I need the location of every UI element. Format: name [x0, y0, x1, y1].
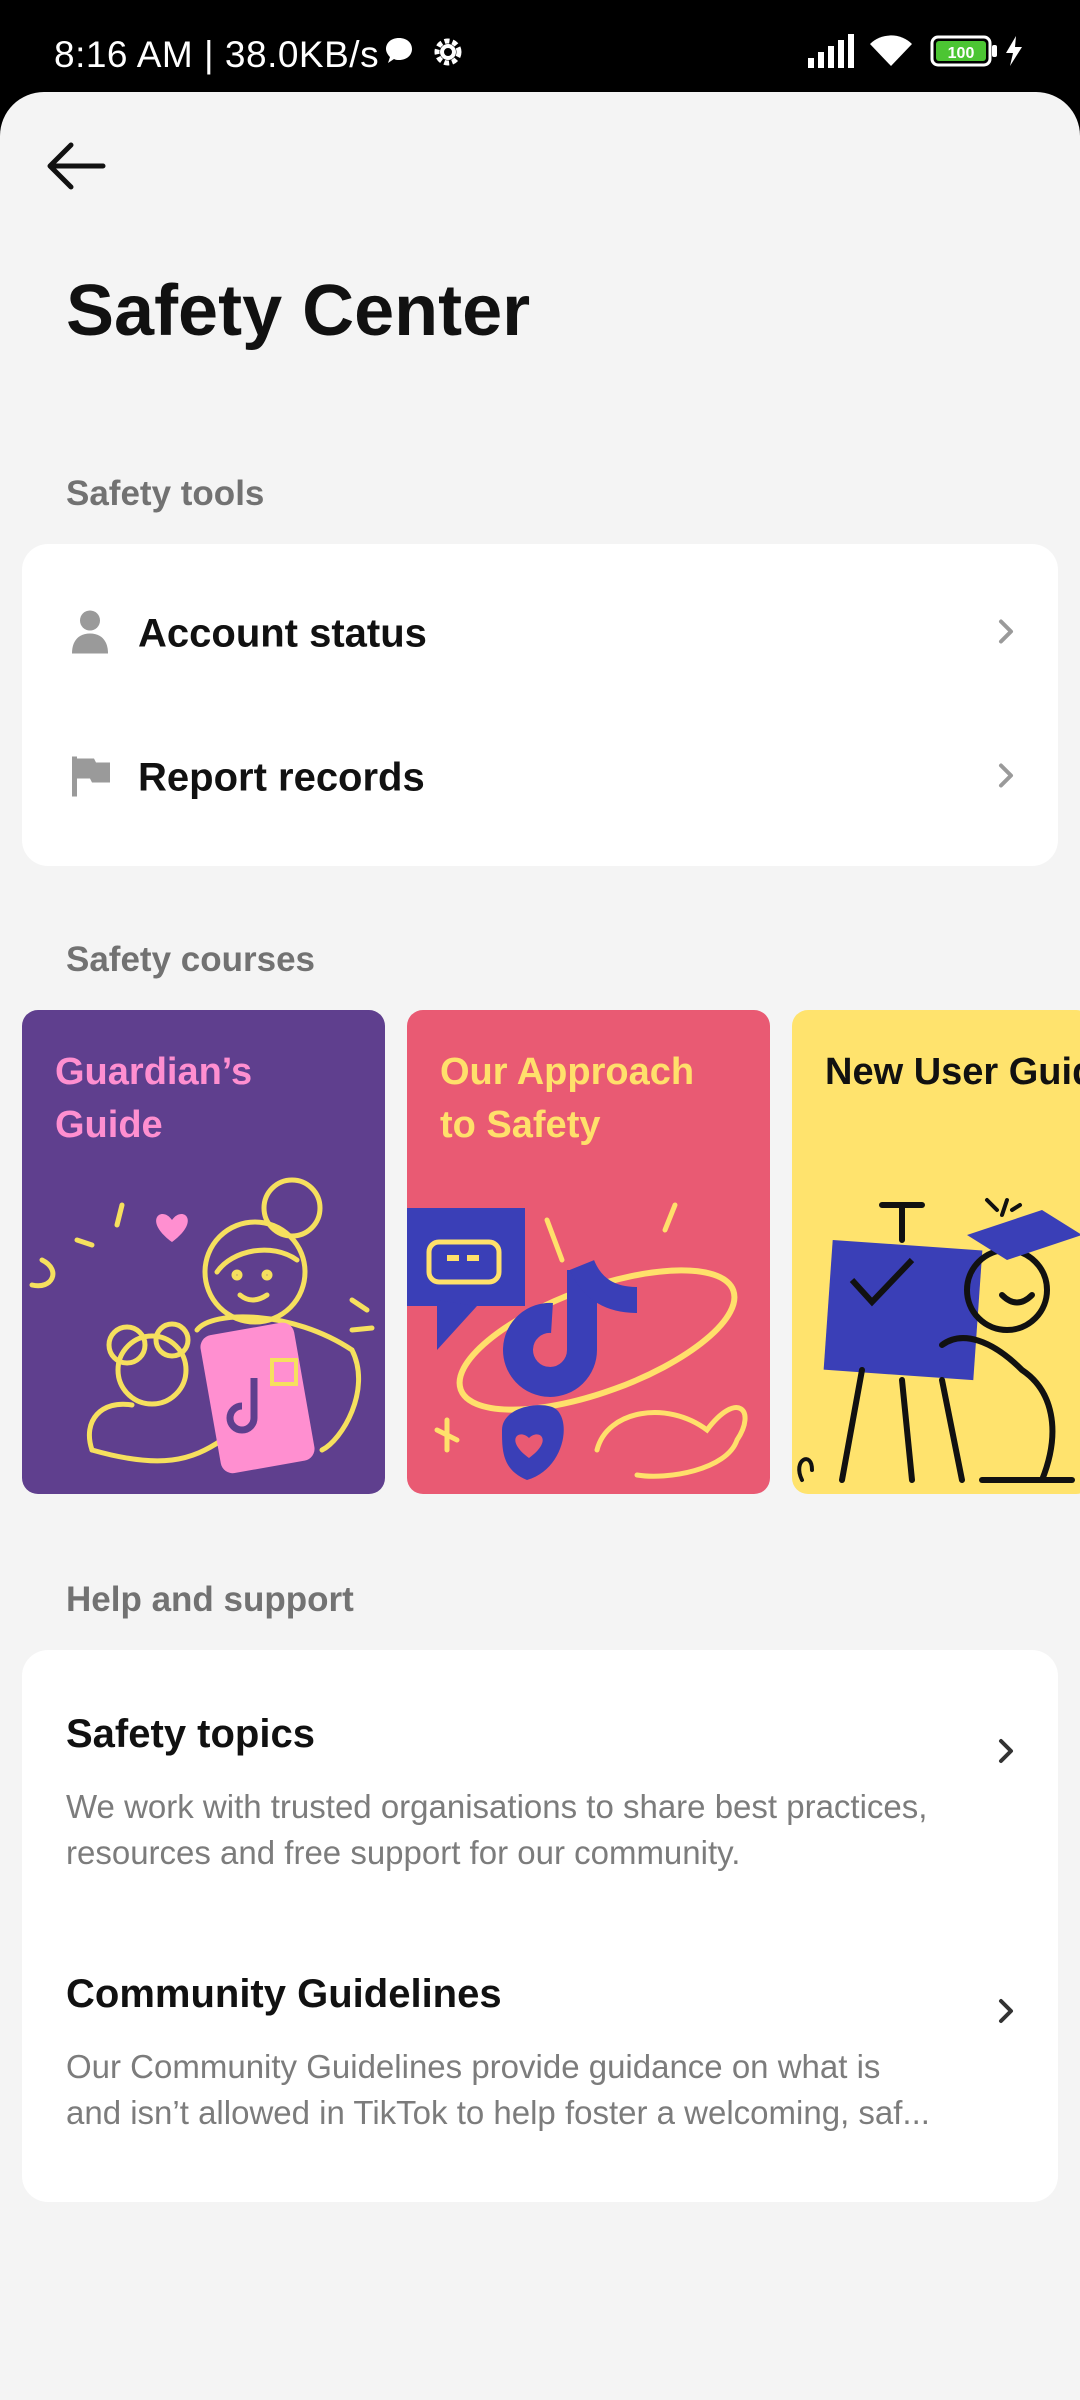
battery-icon: 100	[930, 34, 1000, 73]
course-title: Guardian’s Guide	[55, 1051, 253, 1146]
settings-gear-icon	[430, 34, 466, 75]
person-icon	[70, 610, 110, 659]
safety-tools-card: Account status Report records	[22, 544, 1058, 866]
account-status-row[interactable]: Account status	[22, 562, 1058, 706]
chevron-right-icon	[998, 1738, 1014, 1769]
course-title: Our Approach to Safety	[440, 1051, 695, 1146]
page-title: Safety Center	[66, 271, 531, 351]
back-button[interactable]	[36, 126, 116, 206]
help-support-card: Safety topics We work with trusted organ…	[22, 1650, 1058, 2202]
safety-tools-label: Safety tools	[66, 474, 265, 513]
help-item-description: and isn’t allowed in TikTok to help fost…	[66, 2094, 930, 2131]
help-item-title: Community Guidelines	[66, 1972, 502, 2016]
status-time: 8:16 AM | 38.0KB/s	[54, 34, 380, 75]
course-card-our-approach[interactable]: Our Approach to Safety	[407, 1010, 770, 1494]
account-status-label: Account status	[138, 611, 427, 656]
wifi-icon	[868, 34, 914, 73]
chevron-right-icon	[998, 1998, 1014, 2029]
back-arrow-icon	[47, 142, 106, 190]
help-item-description: Our Community Guidelines provide guidanc…	[66, 2048, 881, 2085]
signal-icon	[808, 34, 856, 73]
course-title: New User Guide	[825, 1051, 1080, 1093]
help-item-title: Safety topics	[66, 1712, 315, 1756]
community-guidelines-item[interactable]: Community Guidelines Our Community Guide…	[22, 1910, 1058, 2202]
course-card-guardians-guide[interactable]: Guardian’s Guide	[22, 1010, 385, 1494]
flag-icon	[70, 755, 112, 802]
charging-bolt-icon	[1004, 34, 1024, 73]
help-support-label: Help and support	[66, 1580, 354, 1619]
report-records-row[interactable]: Report records	[22, 706, 1058, 850]
safety-topics-item[interactable]: Safety topics We work with trusted organ…	[22, 1650, 1058, 1926]
help-item-description: resources and free support for our commu…	[66, 1834, 741, 1871]
help-item-description: We work with trusted organisations to sh…	[66, 1788, 928, 1825]
status-bar: 8:16 AM | 38.0KB/s 100	[0, 0, 1080, 100]
safety-center-screen: Safety Center Safety tools Account statu…	[0, 92, 1080, 2400]
safety-courses-label: Safety courses	[66, 940, 316, 979]
chat-bubble-icon	[382, 34, 416, 73]
chevron-right-icon	[998, 619, 1014, 650]
course-card-new-user-guide[interactable]: New User Guide	[792, 1010, 1080, 1494]
report-records-label: Report records	[138, 755, 425, 800]
chevron-right-icon	[998, 763, 1014, 794]
svg-text:100: 100	[948, 45, 975, 62]
